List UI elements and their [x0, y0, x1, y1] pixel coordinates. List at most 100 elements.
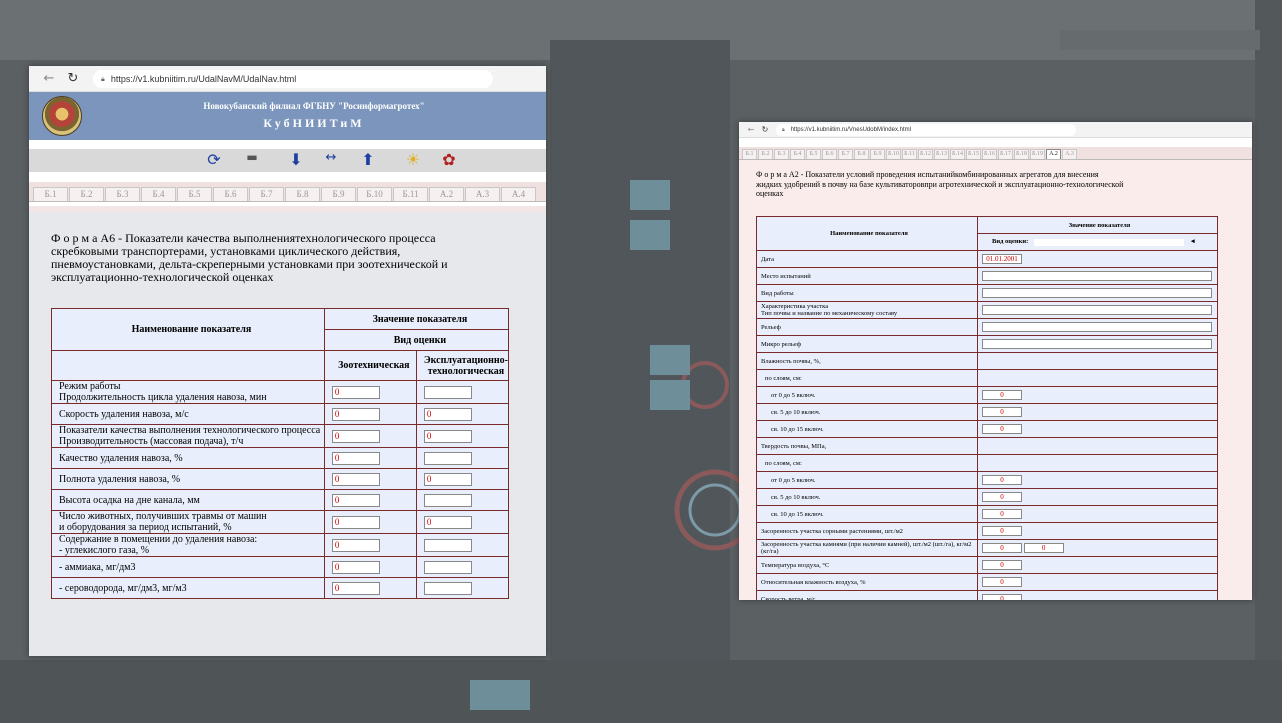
value-input[interactable] — [982, 543, 1022, 553]
expl-input[interactable] — [423, 385, 472, 399]
table-row: св. 5 до 10 включ. — [756, 488, 1218, 506]
tab-Б-5[interactable]: Б.5 — [177, 187, 212, 201]
value-input[interactable] — [982, 390, 1022, 400]
expl-input[interactable] — [423, 515, 472, 529]
tab-А-2[interactable]: А.2 — [1046, 149, 1061, 159]
back-arrow-icon[interactable]: ← — [37, 71, 61, 86]
zoo-input[interactable] — [331, 407, 380, 421]
zoo-input[interactable] — [331, 472, 380, 486]
value-input[interactable] — [982, 492, 1022, 502]
tab-Б-7[interactable]: Б.7 — [249, 187, 284, 201]
expl-input[interactable] — [423, 472, 472, 486]
tab-Б-17[interactable]: Б.17 — [998, 149, 1013, 159]
tab-Б-10[interactable]: Б.10 — [357, 187, 392, 201]
tab-Б-1[interactable]: Б.1 — [742, 149, 757, 159]
tab-А-2[interactable]: А.2 — [429, 187, 464, 201]
table-row: Влажность почвы, %, — [756, 352, 1218, 370]
tab-Б-1[interactable]: Б.1 — [33, 187, 68, 201]
tab-Б-18[interactable]: Б.18 — [1014, 149, 1029, 159]
tab-Б-11[interactable]: Б.11 — [902, 149, 917, 159]
tab-Б-4[interactable]: Б.4 — [790, 149, 805, 159]
tab-Б-12[interactable]: Б.12 — [918, 149, 933, 159]
value-input[interactable] — [982, 271, 1212, 281]
lock-icon: 🔒︎ — [101, 73, 105, 83]
tab-Б-8[interactable]: Б.8 — [854, 149, 869, 159]
zoo-input[interactable] — [331, 385, 380, 399]
value-input[interactable] — [982, 577, 1022, 587]
car-icon[interactable]: ▬ — [243, 150, 261, 164]
tab-Б-19[interactable]: Б.19 — [1030, 149, 1045, 159]
back-arrow-icon[interactable]: ← — [744, 125, 758, 134]
value-cell — [415, 468, 510, 490]
refresh-icon[interactable]: ⟳ — [205, 150, 223, 169]
tab-Б-15[interactable]: Б.15 — [966, 149, 981, 159]
assessment-type-select[interactable]: Вид оценки: ◄ — [977, 233, 1218, 251]
expl-input[interactable] — [423, 451, 472, 465]
tab-А-4[interactable]: А.4 — [501, 187, 536, 201]
assessment-type-field[interactable] — [1033, 238, 1184, 246]
value-input[interactable] — [982, 475, 1022, 485]
expl-input[interactable] — [423, 538, 472, 552]
tab-Б-4[interactable]: Б.4 — [141, 187, 176, 201]
value-input[interactable] — [982, 254, 1022, 264]
tab-Б-2[interactable]: Б.2 — [758, 149, 773, 159]
tab-Б-8[interactable]: Б.8 — [285, 187, 320, 201]
left-right-icon[interactable]: ↔ — [322, 150, 340, 165]
value-input[interactable] — [982, 424, 1022, 434]
value-input[interactable] — [982, 560, 1022, 570]
col-header-value: Значение показателя — [977, 216, 1218, 234]
tab-Б-14[interactable]: Б.14 — [950, 149, 965, 159]
up-arrow-icon[interactable]: ⬆ — [359, 150, 377, 169]
zoo-input[interactable] — [331, 493, 380, 507]
tab-Б-3[interactable]: Б.3 — [774, 149, 789, 159]
expl-input[interactable] — [423, 407, 472, 421]
header-org-name: Новокубанский филиал ФГБНУ "Росинформагр… — [203, 101, 425, 111]
expl-input[interactable] — [423, 581, 472, 595]
value-input[interactable] — [982, 526, 1022, 536]
tab-Б-3[interactable]: Б.3 — [105, 187, 140, 201]
tab-Б-10[interactable]: Б.10 — [886, 149, 901, 159]
value-input[interactable] — [982, 288, 1212, 298]
expl-input[interactable] — [423, 493, 472, 507]
zoo-input[interactable] — [331, 560, 380, 574]
zoo-input[interactable] — [331, 581, 380, 595]
indicators-table: Наименование показателя Значение показат… — [51, 308, 510, 599]
url-text-right: https://v1.kubniitim.ru/VnesUdobM/index.… — [790, 126, 911, 133]
expl-input[interactable] — [423, 560, 472, 574]
sun-icon[interactable]: ☀ — [404, 150, 422, 169]
zoo-input[interactable] — [331, 515, 380, 529]
value-input[interactable] — [1023, 543, 1064, 553]
tab-Б-5[interactable]: Б.5 — [806, 149, 821, 159]
url-field[interactable]: 🔒︎ https://v1.kubniitim.ru/UdalNavM/Udal… — [93, 69, 493, 88]
tab-Б-9[interactable]: Б.9 — [870, 149, 885, 159]
reload-icon[interactable]: ↻ — [758, 125, 772, 134]
value-input[interactable] — [982, 339, 1212, 349]
value-input[interactable] — [982, 594, 1022, 600]
value-input[interactable] — [982, 509, 1022, 519]
settings-icon[interactable]: ✿ — [440, 150, 458, 169]
tab-Б-9[interactable]: Б.9 — [321, 187, 356, 201]
tab-Б-6[interactable]: Б.6 — [213, 187, 248, 201]
tab-Б-11[interactable]: Б.11 — [393, 187, 428, 201]
zoo-input[interactable] — [331, 538, 380, 552]
select-arrow-icon[interactable]: ◄ — [1190, 238, 1196, 245]
col-header-type: Вид оценки — [323, 329, 510, 351]
value-cell — [415, 489, 510, 511]
tab-Б-7[interactable]: Б.7 — [838, 149, 853, 159]
zoo-input[interactable] — [331, 429, 380, 443]
value-input[interactable] — [982, 407, 1022, 417]
value-input[interactable] — [982, 305, 1212, 315]
tab-А-3[interactable]: А.3 — [1062, 149, 1077, 159]
tab-Б-6[interactable]: Б.6 — [822, 149, 837, 159]
zoo-input[interactable] — [331, 451, 380, 465]
tab-Б-13[interactable]: Б.13 — [934, 149, 949, 159]
tab-А-3[interactable]: А.3 — [465, 187, 500, 201]
url-text: https://v1.kubniitim.ru/UdalNavM/UdalNav… — [110, 73, 297, 84]
tab-Б-16[interactable]: Б.16 — [982, 149, 997, 159]
reload-icon[interactable]: ↻ — [61, 71, 85, 86]
tab-Б-2[interactable]: Б.2 — [69, 187, 104, 201]
value-input[interactable] — [982, 322, 1212, 332]
url-field-right[interactable]: 🔒︎ https://v1.kubniitim.ru/VnesUdobM/ind… — [776, 123, 1076, 136]
down-arrow-icon[interactable]: ⬇ — [287, 150, 305, 169]
expl-input[interactable] — [423, 429, 472, 443]
